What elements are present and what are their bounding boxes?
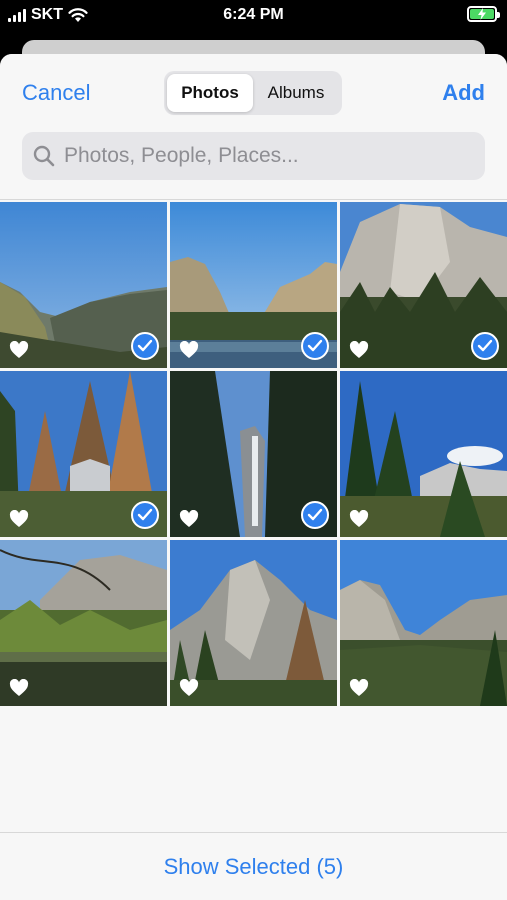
heart-icon xyxy=(179,341,199,358)
photo-thumbnail[interactable] xyxy=(170,202,337,368)
photo-thumbnail[interactable] xyxy=(0,202,167,368)
heart-icon xyxy=(179,510,199,527)
heart-icon xyxy=(349,341,369,358)
photo-grid xyxy=(0,202,507,706)
status-bar: SKT 6:24 PM xyxy=(0,0,507,32)
selected-checkmark-icon xyxy=(471,332,499,360)
status-time: 6:24 PM xyxy=(223,6,284,23)
segmented-control: Photos Albums xyxy=(164,71,342,115)
tab-albums[interactable]: Albums xyxy=(253,74,339,112)
selected-checkmark-icon xyxy=(301,501,329,529)
tab-photos[interactable]: Photos xyxy=(167,74,253,112)
photo-thumbnail[interactable] xyxy=(340,371,507,537)
bottom-toolbar: Show Selected (5) xyxy=(0,832,507,900)
heart-icon xyxy=(349,510,369,527)
photo-thumbnail[interactable] xyxy=(0,540,167,706)
selected-checkmark-icon xyxy=(301,332,329,360)
show-selected-button[interactable]: Show Selected (5) xyxy=(164,854,344,880)
heart-icon xyxy=(9,679,29,696)
heart-icon xyxy=(179,679,199,696)
cancel-button[interactable]: Cancel xyxy=(22,80,90,106)
search-placeholder: Photos, People, Places... xyxy=(64,144,299,167)
heart-icon xyxy=(9,510,29,527)
photo-thumbnail[interactable] xyxy=(340,540,507,706)
photo-thumbnail[interactable] xyxy=(170,371,337,537)
heart-icon xyxy=(349,679,369,696)
photo-thumbnail[interactable] xyxy=(170,540,337,706)
heart-icon xyxy=(9,341,29,358)
selected-checkmark-icon xyxy=(131,332,159,360)
photo-picker-sheet: Cancel Photos Albums Add Photos, People,… xyxy=(0,54,507,900)
search-input[interactable]: Photos, People, Places... xyxy=(22,132,485,180)
photo-thumbnail[interactable] xyxy=(0,371,167,537)
selected-checkmark-icon xyxy=(131,501,159,529)
add-button[interactable]: Add xyxy=(442,80,485,106)
search-icon xyxy=(33,145,55,167)
picker-header: Cancel Photos Albums Add Photos, People,… xyxy=(0,54,507,200)
photo-thumbnail[interactable] xyxy=(340,202,507,368)
battery-charging-icon xyxy=(467,6,500,22)
